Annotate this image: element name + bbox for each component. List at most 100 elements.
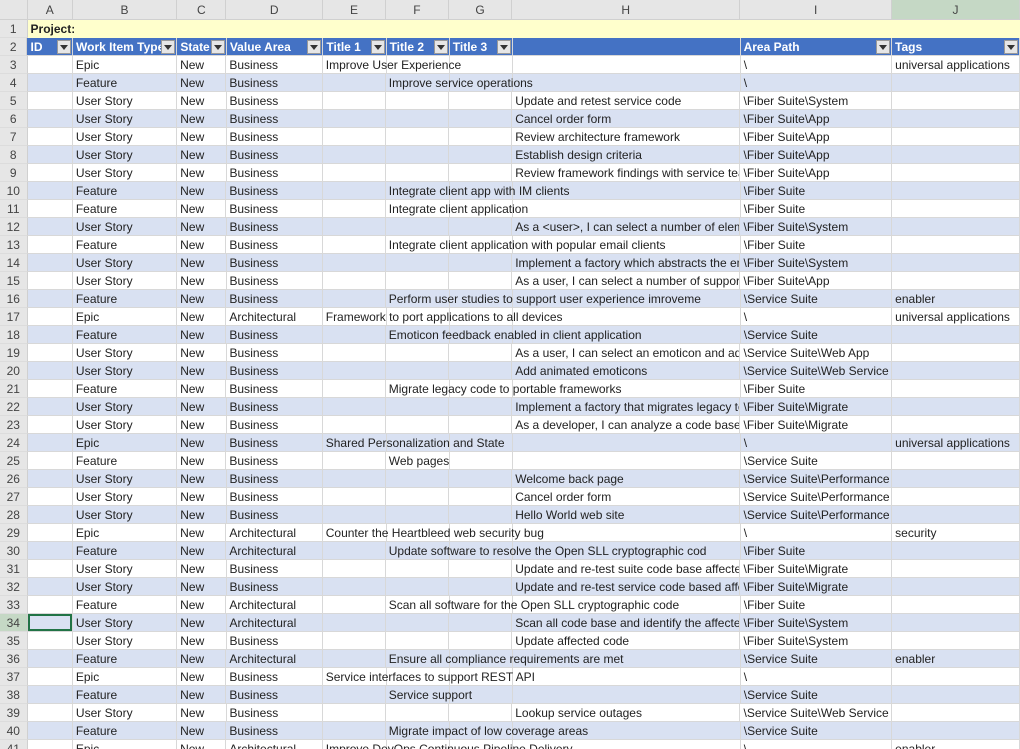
cell-tags[interactable] bbox=[892, 218, 1020, 236]
cell-state[interactable]: New bbox=[177, 56, 226, 74]
cell-title3[interactable] bbox=[513, 668, 741, 686]
rownum-16[interactable]: 16 bbox=[0, 290, 28, 308]
cell-tags[interactable] bbox=[892, 416, 1020, 434]
cell-title1[interactable] bbox=[323, 236, 386, 254]
cell-value-area[interactable]: Business bbox=[226, 434, 322, 452]
cell-title1[interactable] bbox=[323, 686, 386, 704]
cell-area-path[interactable]: \Service Suite bbox=[741, 290, 892, 308]
cell-value-area[interactable]: Business bbox=[227, 398, 323, 416]
cell-state[interactable]: New bbox=[177, 200, 226, 218]
cell-value-area[interactable]: Architectural bbox=[226, 308, 322, 326]
cell-id[interactable] bbox=[28, 110, 73, 128]
cell-title3[interactable]: Cancel order form bbox=[512, 110, 740, 128]
cell-tags[interactable] bbox=[892, 146, 1020, 164]
cell-id[interactable] bbox=[28, 344, 73, 362]
cell-id[interactable] bbox=[28, 74, 73, 92]
cell-id[interactable] bbox=[28, 290, 73, 308]
header-title3-ext[interactable] bbox=[513, 38, 741, 56]
cell-value-area[interactable]: Business bbox=[227, 164, 323, 182]
cell-state[interactable]: New bbox=[177, 632, 226, 650]
cell-value-area[interactable]: Business bbox=[227, 704, 323, 722]
filter-icon[interactable] bbox=[876, 40, 890, 54]
rownum-20[interactable]: 20 bbox=[0, 362, 28, 380]
cell-title3[interactable]: Scan all code base and identify the affe… bbox=[512, 614, 740, 632]
cell-area-path[interactable]: \Fiber Suite\App bbox=[740, 110, 892, 128]
header-value-area[interactable]: Value Area bbox=[227, 38, 324, 56]
cell-tags[interactable]: enabler bbox=[892, 740, 1020, 749]
cell-area-path[interactable]: \Fiber Suite\System bbox=[740, 218, 892, 236]
cell-H1[interactable] bbox=[513, 20, 741, 38]
cell-tags[interactable] bbox=[892, 614, 1020, 632]
rownum-8[interactable]: 8 bbox=[0, 146, 28, 164]
rownum-17[interactable]: 17 bbox=[0, 308, 28, 326]
cell-tags[interactable] bbox=[892, 272, 1020, 290]
cell-tags[interactable] bbox=[892, 686, 1020, 704]
cell-id[interactable] bbox=[28, 614, 73, 632]
rownum-9[interactable]: 9 bbox=[0, 164, 28, 182]
cell-area-path[interactable]: \Fiber Suite\Migrate bbox=[740, 560, 892, 578]
cell-area-path[interactable]: \Service Suite bbox=[741, 452, 892, 470]
cell-state[interactable]: New bbox=[177, 740, 226, 749]
cell-work-item-type[interactable]: User Story bbox=[73, 632, 177, 650]
cell-title1[interactable] bbox=[323, 218, 386, 236]
cell-value-area[interactable]: Architectural bbox=[226, 524, 322, 542]
header-tags[interactable]: Tags bbox=[892, 38, 1020, 56]
cell-work-item-type[interactable]: Feature bbox=[73, 686, 177, 704]
rownum-31[interactable]: 31 bbox=[0, 560, 28, 578]
cell-state[interactable]: New bbox=[177, 308, 226, 326]
cell-tags[interactable] bbox=[892, 164, 1020, 182]
cell-title2[interactable] bbox=[386, 344, 449, 362]
cell-title2[interactable]: Integrate client application with popula… bbox=[386, 236, 450, 254]
cell-id[interactable] bbox=[28, 452, 73, 470]
header-title2[interactable]: Title 2 bbox=[387, 38, 450, 56]
cell-title1[interactable] bbox=[323, 542, 386, 560]
cell-title3[interactable] bbox=[513, 686, 741, 704]
cell-title2[interactable]: Migrate legacy code to portable framewor… bbox=[386, 380, 450, 398]
cell-title2[interactable]: Integrate client application bbox=[386, 200, 450, 218]
cell-title2[interactable]: Service support bbox=[386, 686, 450, 704]
cell-value-area[interactable]: Architectural bbox=[227, 614, 323, 632]
rownum-2[interactable]: 2 bbox=[0, 38, 27, 56]
cell-title3-g[interactable] bbox=[449, 398, 512, 416]
cell-title3-g[interactable] bbox=[449, 128, 512, 146]
cell-work-item-type[interactable]: User Story bbox=[73, 398, 177, 416]
cell-area-path[interactable]: \Service Suite\Performance bbox=[740, 488, 892, 506]
cell-title3-g[interactable] bbox=[449, 254, 512, 272]
cell-area-path[interactable]: \ bbox=[741, 740, 892, 749]
cell-value-area[interactable]: Business bbox=[227, 362, 323, 380]
rownum-19[interactable]: 19 bbox=[0, 344, 28, 362]
header-area-path[interactable]: Area Path bbox=[741, 38, 892, 56]
cell-title3[interactable]: Update and re-test suite code base affec… bbox=[512, 560, 740, 578]
cell-value-area[interactable]: Business bbox=[227, 92, 323, 110]
cell-state[interactable]: New bbox=[177, 74, 226, 92]
cell-title2[interactable]: Scan all software for the Open SLL crypt… bbox=[386, 596, 450, 614]
cell-work-item-type[interactable]: User Story bbox=[73, 128, 177, 146]
cell-title3[interactable]: Lookup service outages bbox=[512, 704, 740, 722]
rownum-40[interactable]: 40 bbox=[0, 722, 28, 740]
cell-title2[interactable] bbox=[386, 506, 449, 524]
cell-id[interactable] bbox=[28, 740, 73, 749]
cell-area-path[interactable]: \Service Suite\Web Service bbox=[740, 704, 892, 722]
rownum-35[interactable]: 35 bbox=[0, 632, 28, 650]
rownum-6[interactable]: 6 bbox=[0, 110, 28, 128]
cell-value-area[interactable]: Business bbox=[227, 272, 323, 290]
cell-tags[interactable] bbox=[892, 668, 1020, 686]
filter-icon[interactable] bbox=[57, 40, 71, 54]
cell-work-item-type[interactable]: User Story bbox=[73, 560, 177, 578]
cell-state[interactable]: New bbox=[177, 218, 226, 236]
rownum-27[interactable]: 27 bbox=[0, 488, 28, 506]
cell-area-path[interactable]: \ bbox=[741, 668, 892, 686]
cell-state[interactable]: New bbox=[177, 560, 226, 578]
cell-work-item-type[interactable]: Feature bbox=[73, 74, 177, 92]
cell-title3-g[interactable] bbox=[449, 362, 512, 380]
rownum-23[interactable]: 23 bbox=[0, 416, 28, 434]
cell-value-area[interactable]: Business bbox=[226, 290, 322, 308]
header-title3[interactable]: Title 3 bbox=[450, 38, 513, 56]
cell-state[interactable]: New bbox=[177, 164, 226, 182]
cell-area-path[interactable]: \Service Suite\Performance bbox=[740, 506, 892, 524]
cell-area-path[interactable]: \Service Suite\Web Service bbox=[740, 362, 892, 380]
cell-state[interactable]: New bbox=[177, 326, 226, 344]
cell-title3-g[interactable] bbox=[449, 92, 512, 110]
cell-title3[interactable]: As a user, I can select a number of supp… bbox=[512, 272, 740, 290]
cell-state[interactable]: New bbox=[177, 92, 226, 110]
